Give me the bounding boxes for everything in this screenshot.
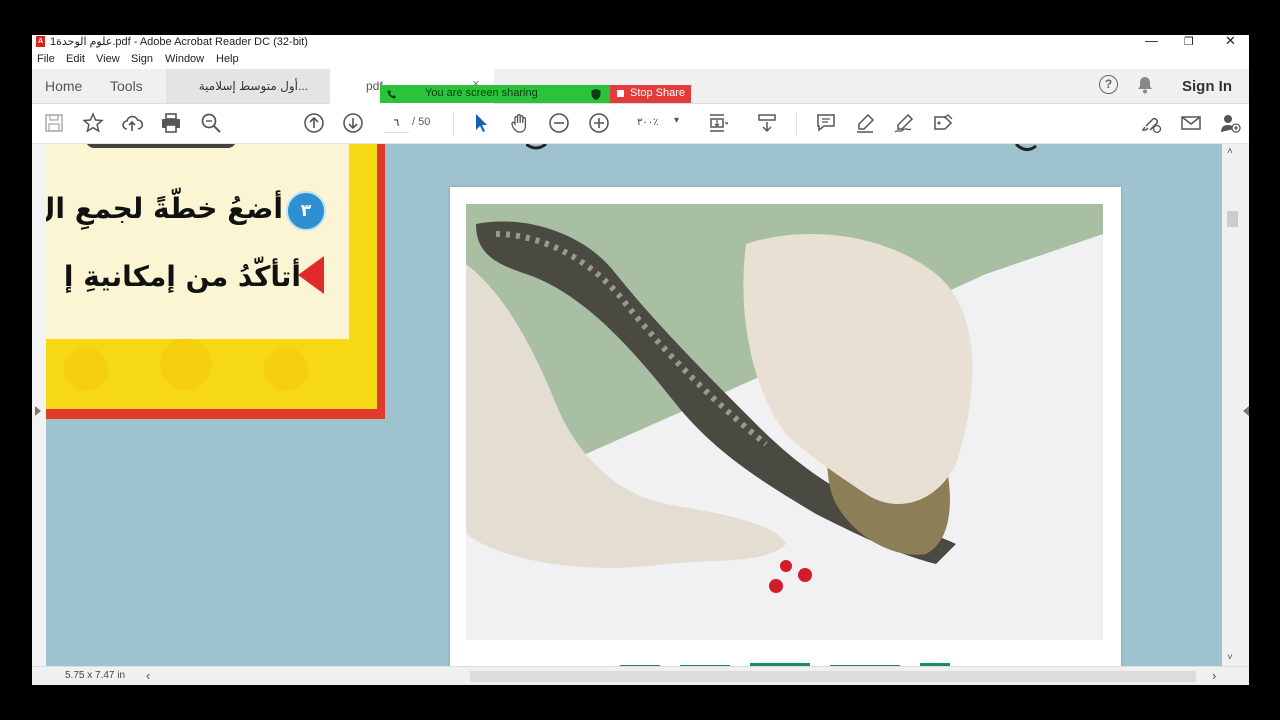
page-number-input[interactable]: ٦ (384, 114, 409, 133)
lizard-photo (466, 204, 1103, 640)
red-triangle-marker (298, 256, 324, 294)
upload-cloud-icon[interactable] (121, 112, 144, 134)
fit-page-icon[interactable] (706, 112, 729, 134)
share-link-icon[interactable] (1140, 112, 1162, 134)
acrobat-window: A علوم الوحدة1.pdf - Adobe Acrobat Reade… (32, 35, 1249, 685)
stamp-tag-icon[interactable] (932, 112, 954, 134)
menu-edit[interactable]: Edit (66, 53, 85, 65)
window-title: علوم الوحدة1.pdf - Adobe Acrobat Reader … (50, 36, 308, 48)
menu-bar: File Edit View Sign Window Help (32, 50, 1249, 68)
stop-share-label: Stop Share (630, 87, 686, 99)
left-panel-toggle[interactable] (32, 144, 46, 666)
tab-document-1-label: أول متوسط إسلامية... (198, 79, 308, 93)
zoom-dropdown-icon[interactable]: ▾ (674, 115, 679, 126)
activity-card: أضعُ خطّةً لجمعِ ال أتأكّدُ من إمكانيةِ … (46, 144, 385, 419)
zoom-in-icon[interactable] (588, 112, 610, 134)
card-pattern (64, 339, 308, 391)
cutoff-top-text (526, 144, 1037, 151)
share-status-text: You are screen sharing (425, 87, 538, 99)
tab-tools[interactable]: Tools (110, 78, 143, 94)
lizard-photo-frame (450, 187, 1121, 666)
tab-home[interactable]: Home (45, 78, 82, 94)
help-icon[interactable]: ? (1099, 75, 1118, 94)
scroll-thumb[interactable] (1227, 211, 1238, 227)
page-total: / 50 (412, 116, 431, 128)
shield-icon (591, 89, 601, 100)
scroll-right-icon[interactable]: › (1212, 668, 1216, 683)
phone-icon (387, 90, 396, 99)
document-view[interactable]: أضعُ خطّةً لجمعِ ال أتأكّدُ من إمكانيةِ … (32, 144, 1222, 666)
sign-in-button[interactable]: Sign In (1182, 78, 1232, 95)
hand-tool-icon[interactable] (509, 112, 531, 134)
share-status: You are screen sharing (380, 85, 610, 103)
stop-share-button[interactable]: Stop Share (610, 85, 691, 103)
stop-icon (617, 90, 624, 97)
next-page-icon[interactable] (342, 112, 364, 134)
add-user-icon[interactable] (1219, 112, 1241, 134)
zoom-level[interactable]: ٣٠٠٪ (637, 117, 659, 128)
scroll-up-icon[interactable]: ˄ (1227, 146, 1233, 157)
horizontal-scroll-thumb[interactable] (470, 671, 1196, 682)
toolbar: ٦ / 50 ٣٠٠٪ ▾ (32, 104, 1249, 144)
scroll-mode-icon[interactable] (756, 112, 778, 134)
zoom-out-icon[interactable] (548, 112, 570, 134)
instruction-line-1: أضعُ خطّةً لجمعِ ال (46, 192, 283, 225)
bookmark-star-icon[interactable] (82, 112, 104, 134)
menu-sign[interactable]: Sign (131, 53, 153, 65)
menu-help[interactable]: Help (216, 53, 239, 65)
close-button[interactable]: ✕ (1225, 35, 1236, 49)
print-icon[interactable] (160, 112, 182, 134)
title-bar: A علوم الوحدة1.pdf - Adobe Acrobat Reade… (32, 35, 1249, 49)
highlight-pen-icon[interactable] (854, 112, 876, 134)
restore-button[interactable]: ❐ (1184, 35, 1194, 48)
right-panel-arrow-icon (1243, 406, 1249, 416)
instruction-line-2: أتأكّدُ من إمكانيةِ إ (63, 260, 301, 293)
scroll-down-icon[interactable]: ˅ (1227, 652, 1233, 663)
bell-icon[interactable] (1136, 75, 1154, 100)
search-icon[interactable] (200, 112, 222, 134)
menu-window[interactable]: Window (165, 53, 204, 65)
screen-share-banner: You are screen sharing Stop Share (380, 85, 691, 103)
step-number-badge: ٣ (286, 191, 326, 231)
sign-pen-icon[interactable] (893, 112, 915, 134)
toolbar-divider (796, 113, 797, 135)
save-icon[interactable] (43, 112, 65, 134)
menu-view[interactable]: View (96, 53, 120, 65)
status-bar: 5.75 x 7.47 in ‹ › (32, 666, 1249, 685)
panel-arrow-icon (35, 406, 41, 416)
scroll-left-icon[interactable]: ‹ (146, 668, 150, 683)
minimize-button[interactable]: — (1145, 35, 1158, 48)
cutoff-caption (620, 663, 950, 666)
select-cursor-icon[interactable] (470, 112, 492, 134)
cutoff-text-fragment (86, 144, 236, 148)
toolbar-divider (453, 113, 454, 135)
pdf-icon: A (36, 36, 45, 47)
previous-page-icon[interactable] (303, 112, 325, 134)
comment-icon[interactable] (815, 112, 837, 134)
pdf-page: أضعُ خطّةً لجمعِ ال أتأكّدُ من إمكانيةِ … (46, 144, 1222, 666)
email-icon[interactable] (1180, 112, 1202, 134)
tab-document-1[interactable]: أول متوسط إسلامية... (166, 69, 330, 103)
vertical-scrollbar[interactable]: ˄ ˅ (1222, 144, 1249, 666)
card-text-panel: أضعُ خطّةً لجمعِ ال أتأكّدُ من إمكانيةِ … (46, 144, 349, 339)
menu-file[interactable]: File (37, 53, 55, 65)
page-size-label: 5.75 x 7.47 in (65, 670, 126, 681)
